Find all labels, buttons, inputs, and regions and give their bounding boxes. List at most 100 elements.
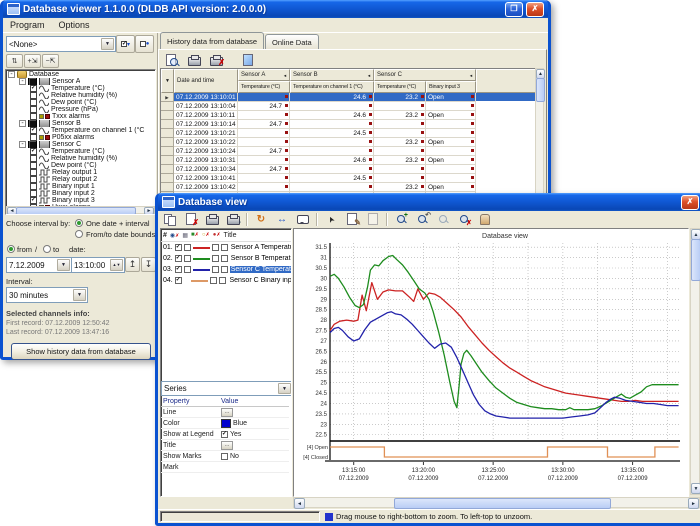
row-selector[interactable]: ▶ xyxy=(161,93,174,102)
row-selector[interactable] xyxy=(161,156,174,165)
legend-row[interactable]: 04.✓Sensor C Binary input 3 xyxy=(161,275,291,286)
channel-checkbox[interactable] xyxy=(30,99,37,106)
expand-toggle[interactable]: - xyxy=(19,120,26,127)
tree-item-relay-output-2[interactable]: Relay output 2 xyxy=(6,176,155,183)
tree-item-dew-point-c-[interactable]: Dew point (°C) xyxy=(6,99,155,106)
channel-checkbox[interactable] xyxy=(30,190,37,197)
chart-v-thumb[interactable] xyxy=(691,239,700,281)
set-checks-button[interactable]: ✓▾ xyxy=(116,35,135,53)
sub-header[interactable]: Temperature on channel 1 (°C) xyxy=(290,81,374,93)
menu-options[interactable]: Options xyxy=(52,20,97,30)
date-combo-dropdown[interactable]: ▼ xyxy=(57,259,70,271)
series-combo[interactable]: Series ▼ xyxy=(161,381,292,396)
date-time-column-header[interactable]: Date and time xyxy=(174,69,238,93)
tree-item-binary-input-2[interactable]: Binary input 2 xyxy=(6,190,155,197)
visibility-header-icon[interactable]: ◉✗ xyxy=(170,232,179,239)
db-view-close-button[interactable]: ✗ xyxy=(681,195,699,210)
tree-item-binary-input-1[interactable]: Binary input 1 xyxy=(6,183,155,190)
channel-checkbox[interactable]: ✓ xyxy=(30,148,37,155)
channel-checkbox[interactable] xyxy=(30,106,37,113)
expand-branch-button[interactable]: +⇲ xyxy=(24,54,41,68)
show-history-button[interactable]: Show history data from database xyxy=(11,343,151,360)
table-row[interactable]: 07.12.2009 13:10:1124.623.2Open xyxy=(161,111,538,120)
table-row[interactable]: 07.12.2009 13:10:2223.2Open xyxy=(161,138,538,147)
tree-item-sensor-b[interactable]: -Sensor B xyxy=(6,120,155,127)
table-row[interactable]: 07.12.2009 13:10:1424.7 xyxy=(161,120,538,129)
series-table-checkbox[interactable] xyxy=(184,255,191,262)
row-selector[interactable] xyxy=(161,138,174,147)
sub-header[interactable]: Temperature (°C) xyxy=(238,81,290,93)
tree-item-txxx-alarms[interactable]: Txxx alarms xyxy=(6,113,155,120)
tree-item-dew-point-c-[interactable]: Dew point (°C) xyxy=(6,162,155,169)
property-value[interactable]: … xyxy=(221,408,233,417)
expand-all-button[interactable]: ⇅ xyxy=(6,54,23,68)
scroll-horizontal-icon[interactable]: ↔ xyxy=(272,211,292,228)
time-spinner[interactable]: 13:10:00 ▲▼ xyxy=(71,257,125,273)
grid-corner-filter[interactable]: ▼ xyxy=(161,69,174,93)
channel-checkbox[interactable] xyxy=(30,92,37,99)
scroll-right-button[interactable]: ► xyxy=(144,207,154,215)
main-title-bar[interactable]: Database viewer 1.1.0.0 (DLDB API versio… xyxy=(3,0,548,18)
series-visible-checkbox[interactable]: ✓ xyxy=(175,277,182,284)
color-swatch[interactable] xyxy=(221,419,231,428)
hint-icon[interactable] xyxy=(293,211,313,228)
menu-program[interactable]: Program xyxy=(3,20,52,30)
channel-checkbox[interactable] xyxy=(30,155,37,162)
legend-row[interactable]: 03.✓Sensor C Temperature (°C) xyxy=(161,264,291,275)
mark-closed-checkbox[interactable] xyxy=(221,266,228,273)
row-selector[interactable] xyxy=(161,102,174,111)
sub-header[interactable]: Binary input 3 xyxy=(426,81,476,93)
profile-combo[interactable]: <None> ▼ xyxy=(6,36,116,52)
table-header-icon[interactable]: ▦ xyxy=(182,232,188,239)
row-selector[interactable] xyxy=(161,165,174,174)
radio-from[interactable] xyxy=(7,245,15,253)
chart-h-scrollbar[interactable]: ◄ ► xyxy=(293,497,700,508)
channel-tree[interactable]: -Database-Sensor A✓Temperature (°C)Relat… xyxy=(5,69,156,215)
print-cancel-icon[interactable]: ✗ xyxy=(206,51,226,68)
table-row[interactable]: 07.12.2009 13:10:3124.623.2Open xyxy=(161,156,538,165)
chart-scroll-right-button[interactable]: ► xyxy=(688,498,699,509)
property-checkbox[interactable] xyxy=(221,453,228,460)
property-value[interactable]: … xyxy=(221,441,233,450)
tree-item-relative-humidity-[interactable]: Relative humidity (%) xyxy=(6,92,155,99)
mark-open-checkbox[interactable] xyxy=(212,244,219,251)
series-combo-dropdown[interactable]: ▼ xyxy=(278,383,291,394)
radio-one-date-interval[interactable] xyxy=(75,219,83,227)
tab-history-data-from-database[interactable]: History data from database xyxy=(160,32,264,49)
clear-checks-button[interactable]: ● xyxy=(135,35,154,53)
tree-item-sensor-a[interactable]: -Sensor A xyxy=(6,78,155,85)
tree-item-relative-humidity-[interactable]: Relative humidity (%) xyxy=(6,155,155,162)
table-row[interactable]: 07.12.2009 13:10:4124.5 xyxy=(161,174,538,183)
chart-scroll-down-button[interactable]: ▼ xyxy=(691,483,700,494)
new-page-icon[interactable] xyxy=(363,211,383,228)
radio-to[interactable] xyxy=(43,245,51,253)
tree-h-scrollbar[interactable]: ◄ ► xyxy=(6,206,155,214)
radio-date-bounds[interactable] xyxy=(75,230,83,238)
row-selector[interactable] xyxy=(161,120,174,129)
mark-open-header-icon[interactable]: ○✗ xyxy=(202,232,210,238)
channel-checkbox[interactable] xyxy=(30,176,37,183)
channel-checkbox[interactable] xyxy=(30,183,37,190)
row-selector[interactable] xyxy=(161,129,174,138)
property-col-header[interactable]: Property xyxy=(161,398,221,405)
row-selector[interactable] xyxy=(161,174,174,183)
zoom-window-icon[interactable] xyxy=(433,211,453,228)
tree-item-binary-input-3[interactable]: ✓Binary input 3 xyxy=(6,197,155,204)
mark-open-checkbox[interactable] xyxy=(212,255,219,262)
tree-item-pressure-hpa-[interactable]: Pressure (hPa) xyxy=(6,106,155,113)
tree-item-relay-output-1[interactable]: Relay output 1 xyxy=(6,169,155,176)
db-view-title-bar[interactable]: Database view ✗ xyxy=(158,193,700,211)
tab-online-data[interactable]: Online Data xyxy=(265,34,319,49)
series-visible-checkbox[interactable]: ✓ xyxy=(175,255,182,262)
zoom-reset-icon[interactable]: ✗ xyxy=(454,211,474,228)
expand-toggle[interactable]: - xyxy=(19,141,26,148)
mark-closed-checkbox[interactable] xyxy=(219,277,226,284)
ellipsis-button[interactable]: … xyxy=(221,441,233,450)
sub-header[interactable]: Temperature (°C) xyxy=(374,81,426,93)
chart-v-scrollbar[interactable]: ▲ ▼ xyxy=(690,228,700,495)
chart-h-thumb[interactable] xyxy=(394,498,611,509)
property-value[interactable]: No xyxy=(221,453,239,460)
chart-canvas[interactable]: Database view22.52323.52424.52525.52626.… xyxy=(294,229,686,494)
zoom-in-icon[interactable]: + xyxy=(391,211,411,228)
pan-icon[interactable] xyxy=(475,211,495,228)
